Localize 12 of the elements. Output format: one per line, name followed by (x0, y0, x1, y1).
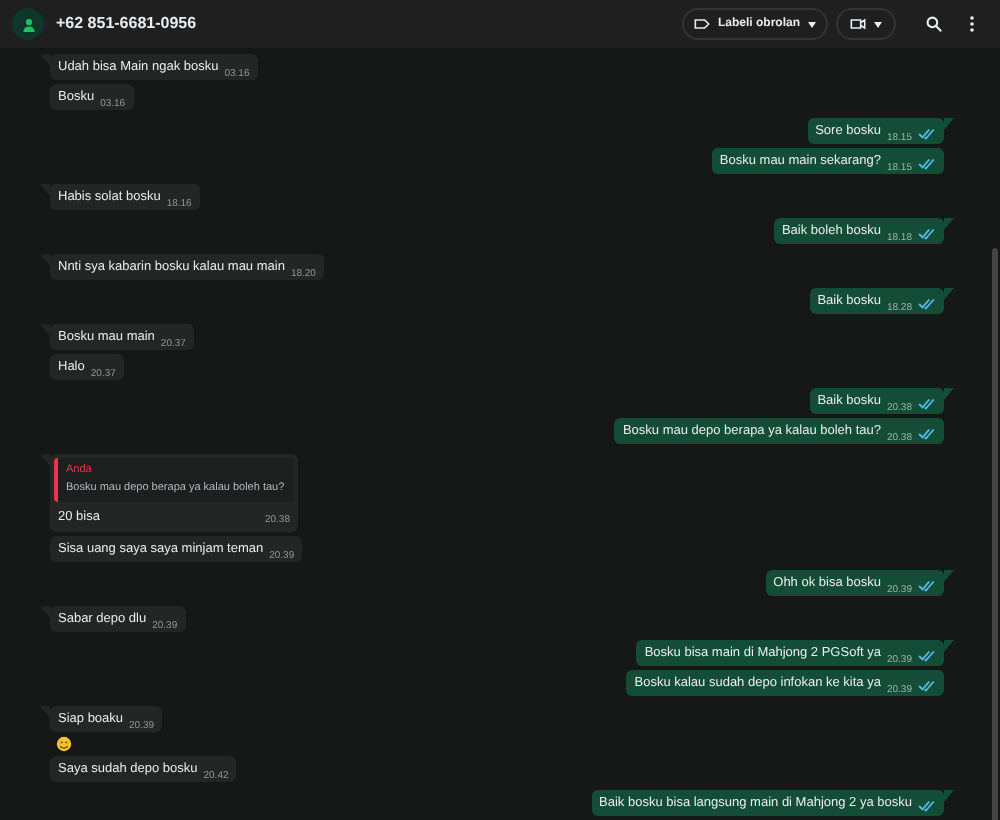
person-icon (21, 17, 35, 31)
caret-icon (874, 21, 882, 27)
contact-name[interactable]: +62 851-6681-0956 (56, 12, 197, 36)
video-camera-icon (850, 18, 866, 30)
emoji-face-icon (56, 735, 72, 751)
caret-icon (808, 21, 816, 27)
label-icon (693, 18, 710, 30)
search-icon (926, 16, 942, 32)
scrollbar-thumb[interactable] (992, 248, 998, 820)
contact-avatar[interactable] (12, 8, 44, 40)
menu-button[interactable] (964, 10, 980, 38)
video-call-button[interactable] (836, 8, 896, 40)
